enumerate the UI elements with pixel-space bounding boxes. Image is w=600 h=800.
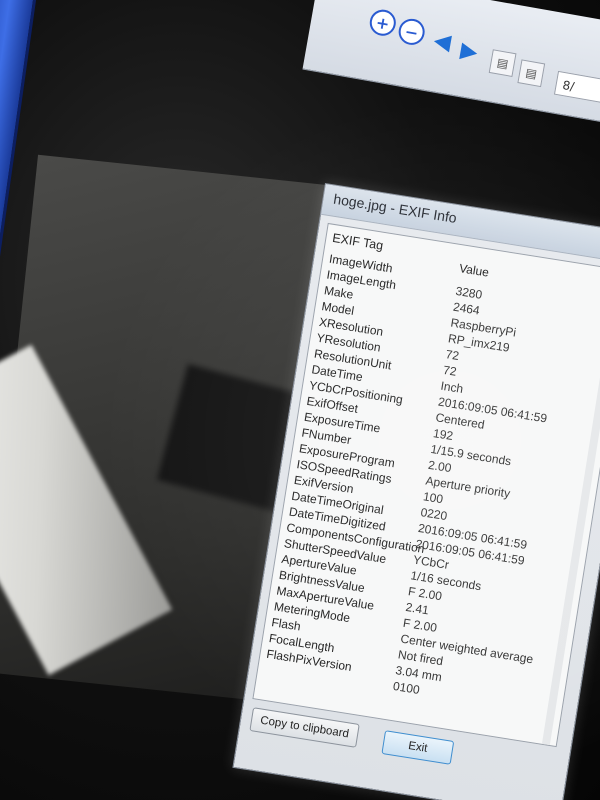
zoom-in-icon[interactable]: + (367, 7, 398, 38)
exit-button[interactable]: Exit (381, 730, 455, 765)
page-next-icon[interactable]: ▤ (517, 59, 546, 88)
viewer-toolbar: + − ◀ ▶ ▤ ▤ 8/ (302, 0, 600, 129)
dialog-title: hoge.jpg - EXIF Info (332, 190, 458, 226)
photo-of-screen: + − ◀ ▶ ▤ ▤ 8/ hoge.jpg - EXIF Info EXIF… (0, 0, 600, 800)
zoom-out-icon[interactable]: − (396, 16, 427, 47)
value-column-header[interactable]: Value (458, 261, 490, 279)
arrow-left-icon[interactable]: ◀ (430, 28, 455, 56)
exif-tag-header: EXIF Tag (331, 230, 385, 253)
page-indicator[interactable]: 8/ (553, 70, 600, 109)
page-prev-icon[interactable]: ▤ (488, 49, 517, 78)
arrow-right-icon[interactable]: ▶ (456, 37, 481, 65)
